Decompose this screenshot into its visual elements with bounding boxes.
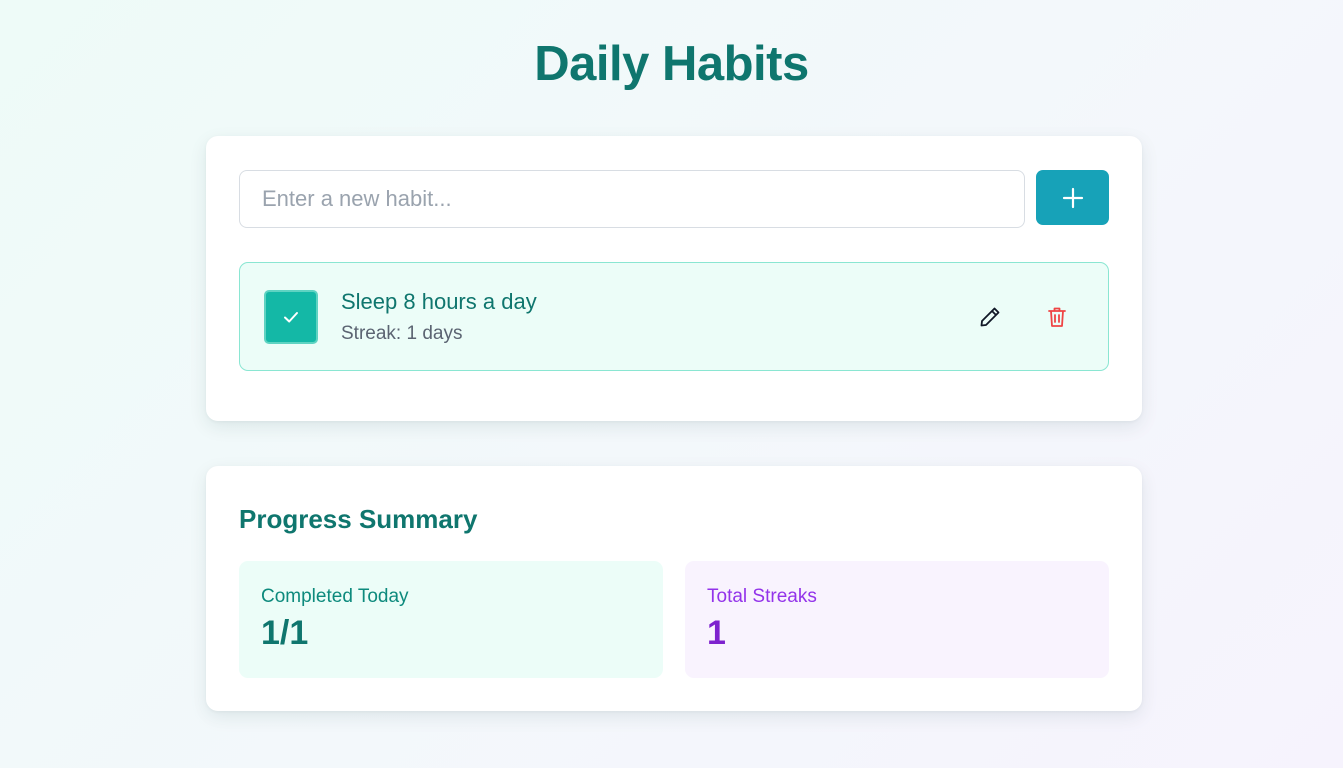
habit-streak: Streak: 1 days xyxy=(341,323,463,344)
plus-icon xyxy=(1062,187,1083,208)
habit-name: Sleep 8 hours a day xyxy=(341,289,537,314)
completed-today-stat: Completed Today 1/1 xyxy=(239,561,663,678)
summary-title: Progress Summary xyxy=(239,504,478,534)
progress-summary-card: Progress Summary Completed Today 1/1 Tot… xyxy=(206,466,1142,711)
total-streaks-label: Total Streaks xyxy=(707,586,817,607)
trash-icon xyxy=(1048,307,1066,327)
page-title: Daily Habits xyxy=(534,37,809,91)
add-habit-button[interactable] xyxy=(1036,170,1109,225)
habit-complete-checkbox[interactable] xyxy=(264,290,318,344)
new-habit-input[interactable] xyxy=(239,170,1025,228)
habit-item: Sleep 8 hours a day Streak: 1 days xyxy=(239,262,1109,371)
habits-card: Sleep 8 hours a day Streak: 1 days xyxy=(206,136,1142,421)
pencil-icon xyxy=(980,307,1000,327)
completed-today-value: 1/1 xyxy=(261,614,309,652)
edit-habit-button[interactable] xyxy=(975,302,1005,332)
total-streaks-stat: Total Streaks 1 xyxy=(685,561,1109,678)
completed-today-label: Completed Today xyxy=(261,586,409,607)
total-streaks-value: 1 xyxy=(707,614,726,652)
delete-habit-button[interactable] xyxy=(1042,302,1072,332)
check-icon xyxy=(284,312,298,323)
